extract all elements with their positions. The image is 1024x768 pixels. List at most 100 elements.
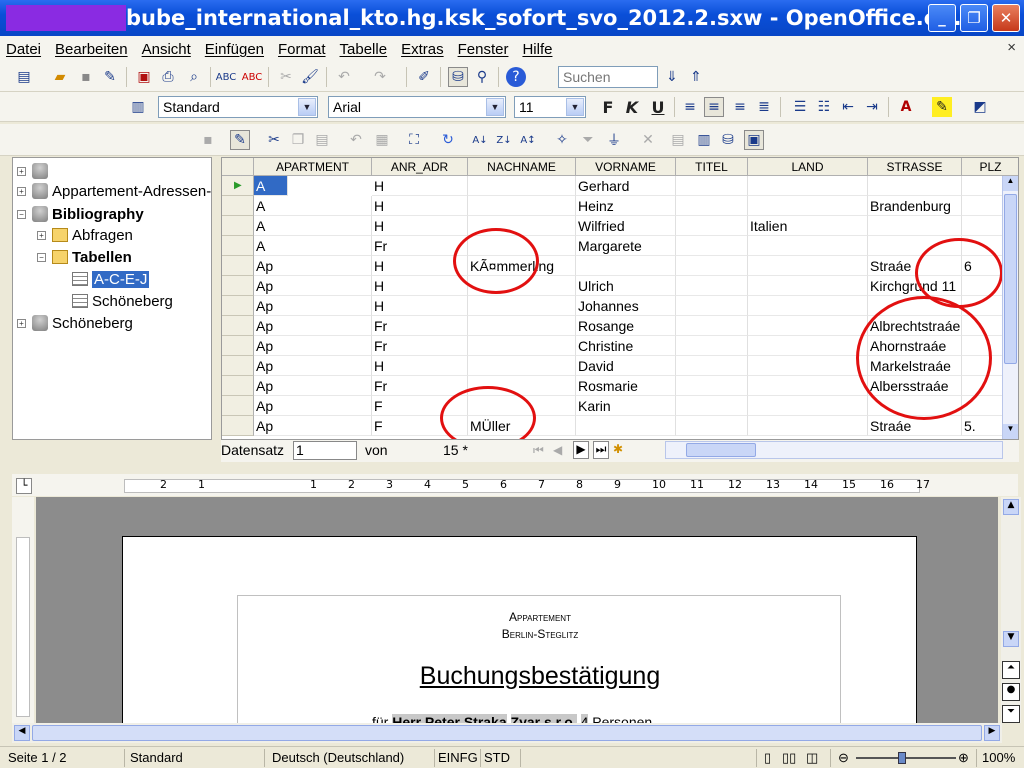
grid-cell[interactable] [676, 216, 748, 236]
grid-cell[interactable]: Ap [254, 316, 372, 336]
tree-item[interactable]: + Appartement-Adressen-2 [17, 181, 211, 201]
grid-cell[interactable] [468, 196, 576, 216]
grid-cell[interactable]: Gerhard [576, 176, 676, 196]
tab-type-icon[interactable]: └ [16, 478, 32, 494]
grid-cell[interactable]: Ap [254, 336, 372, 356]
grid-cell[interactable]: Italien [748, 216, 868, 236]
row-header[interactable]: ▶ [222, 176, 254, 196]
grid-cell[interactable] [676, 396, 748, 416]
status-zoom[interactable]: 100% [982, 750, 1015, 765]
decrease-indent-icon[interactable]: ⇤ [838, 97, 858, 117]
font-size-select[interactable]: 11 ▼ [514, 96, 586, 118]
grid-cell[interactable]: A [254, 176, 288, 196]
find-previous-icon[interactable]: ⇑ [686, 67, 706, 87]
grid-cell[interactable]: Karin [576, 396, 676, 416]
highlight-icon[interactable]: ✎ [932, 97, 952, 117]
grid-cell[interactable] [748, 296, 868, 316]
column-header[interactable]: LAND [748, 158, 868, 176]
grid-cell[interactable]: H [372, 196, 468, 216]
grid-cell[interactable]: Fr [372, 316, 468, 336]
page-preview-icon[interactable]: ⌕ [184, 67, 204, 87]
print-icon[interactable]: ⎙ [158, 67, 178, 87]
autofilter-icon[interactable]: ✧ [552, 130, 572, 150]
refresh-icon[interactable]: ↻ [438, 130, 458, 150]
clone-format-icon[interactable]: 🖌 [300, 67, 320, 87]
redo-icon[interactable]: ↷ [370, 67, 390, 87]
column-header[interactable]: ANR_ADR [372, 158, 468, 176]
menu-ansicht[interactable]: Ansicht [142, 41, 191, 58]
standard-filter-icon[interactable]: ⏚ [604, 130, 624, 150]
numbering-icon[interactable]: ☰ [790, 97, 810, 117]
grid-cell[interactable]: Ap [254, 356, 372, 376]
find-record-icon[interactable]: ⛶ [404, 130, 424, 150]
grid-cell[interactable]: Rosange [576, 316, 676, 336]
splitter[interactable] [0, 463, 1024, 473]
column-header[interactable]: STRASSE [868, 158, 962, 176]
save-record-icon[interactable]: ▪ [198, 130, 218, 150]
increase-indent-icon[interactable]: ⇥ [862, 97, 882, 117]
data-to-fields-icon[interactable]: ▥ [694, 130, 714, 150]
help-icon[interactable]: ? [506, 67, 526, 87]
db-cut-icon[interactable]: ✂ [264, 130, 284, 150]
row-header[interactable] [222, 196, 254, 216]
grid-cell[interactable] [676, 256, 748, 276]
grid-scroll-down-icon[interactable]: ▼ [1003, 424, 1018, 439]
data-sources-icon[interactable]: ⛁ [448, 67, 468, 87]
grid-cell[interactable] [748, 316, 868, 336]
tree-item[interactable]: + Abfragen [37, 225, 133, 245]
grid-cell[interactable]: Ap [254, 256, 372, 276]
grid-cell[interactable]: Ap [254, 416, 372, 436]
grid-cell[interactable]: A [254, 236, 372, 256]
menu-bearbeiten[interactable]: Bearbeiten [55, 41, 128, 58]
data-to-text-icon[interactable]: ▤ [668, 130, 688, 150]
row-header[interactable] [222, 216, 254, 236]
search-input[interactable]: Suchen [558, 66, 658, 88]
column-header[interactable]: PLZ [962, 158, 1018, 176]
row-header[interactable] [222, 396, 254, 416]
close-button[interactable]: ✕ [992, 4, 1020, 32]
stylist-icon[interactable]: ▥ [128, 97, 148, 117]
zoom-icon[interactable]: ⚲ [472, 67, 492, 87]
document-page[interactable]: Appartement Berlin-Steglitz Buchungsbest… [122, 536, 917, 726]
menu-extras[interactable]: Extras [401, 41, 444, 58]
grid-cell[interactable]: Heinz [576, 196, 676, 216]
grid-cell[interactable] [748, 256, 868, 276]
open-icon[interactable]: ▰ [50, 67, 70, 87]
grid-cell[interactable]: Christine [576, 336, 676, 356]
row-header[interactable] [222, 356, 254, 376]
grid-cell[interactable]: Ap [254, 276, 372, 296]
background-color-icon[interactable]: ◩ [970, 97, 990, 117]
menu-format[interactable]: Format [278, 41, 326, 58]
grid-cell[interactable]: Ap [254, 296, 372, 316]
grid-cell[interactable] [748, 276, 868, 296]
row-header[interactable] [222, 316, 254, 336]
grid-scroll-thumb[interactable] [1004, 194, 1017, 364]
new-record-icon[interactable]: ✱ [613, 442, 623, 456]
status-insert-mode[interactable]: EINFG [438, 750, 478, 765]
grid-cell[interactable]: A [254, 216, 372, 236]
row-header[interactable] [222, 296, 254, 316]
grid-cell[interactable] [468, 336, 576, 356]
edit-file-icon[interactable]: ✎ [100, 67, 120, 87]
scroll-right-icon[interactable]: ▶ [984, 725, 1000, 741]
spellcheck-icon[interactable]: ABC [216, 67, 237, 87]
chevron-down-icon[interactable]: ▼ [566, 98, 584, 116]
paste-icon[interactable]: ▤ [312, 130, 332, 150]
undo-icon[interactable]: ↶ [334, 67, 354, 87]
row-header[interactable] [222, 276, 254, 296]
remove-filter-icon[interactable]: ✕ [638, 130, 658, 150]
expand-icon[interactable]: + [37, 230, 46, 240]
column-header[interactable]: TITEL [676, 158, 748, 176]
chevron-down-icon[interactable]: ▼ [486, 98, 504, 116]
grid-cell[interactable] [676, 376, 748, 396]
zoom-slider[interactable] [856, 757, 956, 759]
grid-hscrollbar[interactable] [665, 441, 1003, 459]
first-record-icon[interactable]: ⏮ [533, 443, 544, 458]
grid-corner[interactable] [222, 158, 254, 176]
export-pdf-icon[interactable]: ▣ [134, 67, 154, 87]
doc-scroll-thumb[interactable] [32, 725, 982, 741]
sort-descending-icon[interactable]: Z↓ [494, 130, 514, 150]
align-center-icon[interactable]: ≡ [704, 97, 724, 117]
grid-cell[interactable] [468, 316, 576, 336]
expand-icon[interactable]: + [17, 318, 26, 328]
